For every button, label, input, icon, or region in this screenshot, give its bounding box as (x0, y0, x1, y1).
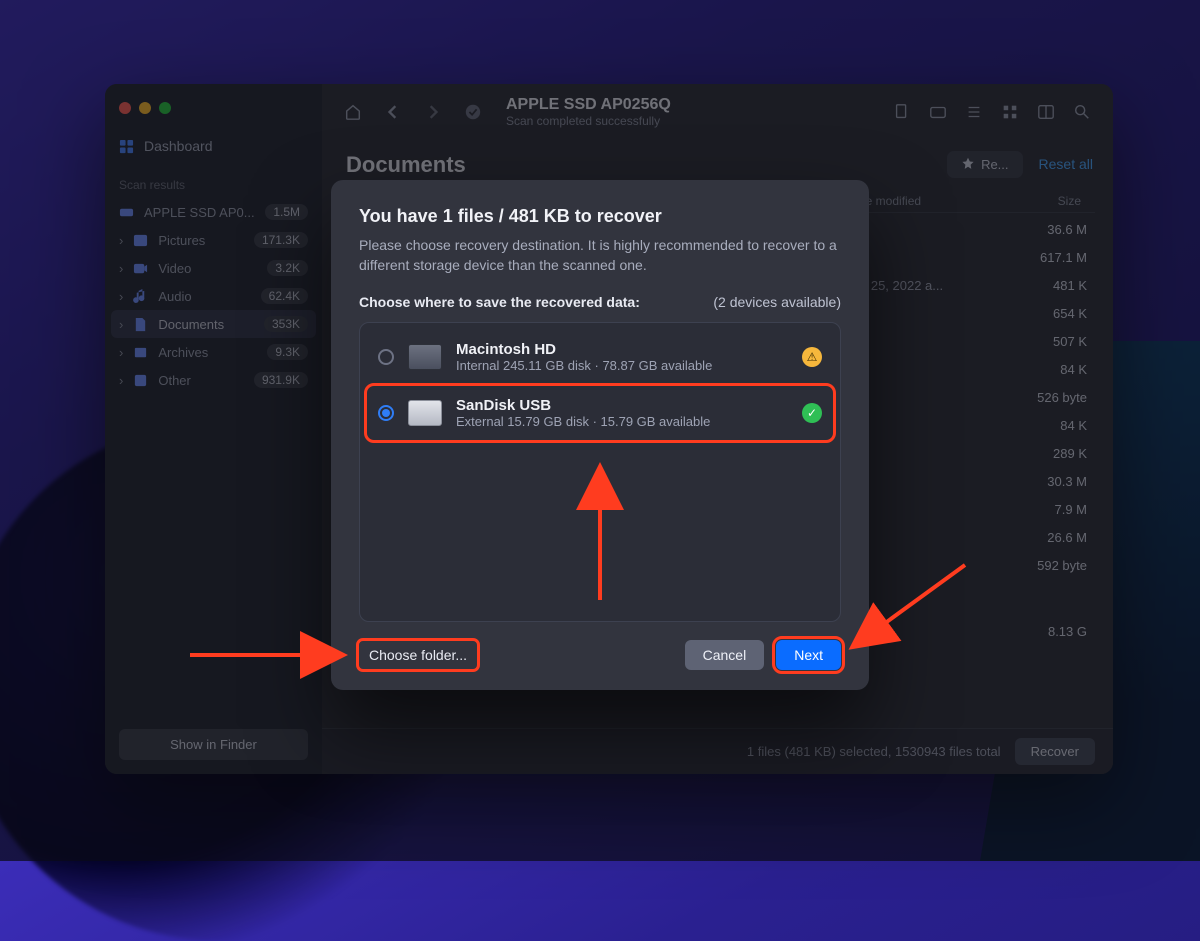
internal-drive-icon (408, 344, 442, 370)
modal-heading: You have 1 files / 481 KB to recover (359, 206, 841, 227)
device-details: External 15.79 GB disk · 15.79 GB availa… (456, 414, 788, 429)
choose-destination-label: Choose where to save the recovered data: (359, 294, 640, 310)
recovery-destination-modal: You have 1 files / 481 KB to recover Ple… (331, 180, 869, 690)
external-drive-icon (408, 400, 442, 426)
device-name: Macintosh HD (456, 341, 788, 358)
device-option-sandisk-usb[interactable]: SanDisk USB External 15.79 GB disk · 15.… (366, 385, 834, 441)
next-button[interactable]: Next (776, 640, 841, 670)
radio-icon[interactable] (378, 405, 394, 421)
cancel-button[interactable]: Cancel (685, 640, 765, 670)
check-icon: ✓ (802, 403, 822, 423)
device-name: SanDisk USB (456, 397, 788, 414)
modal-footer: Choose folder... Cancel Next (359, 622, 841, 670)
device-details: Internal 245.11 GB disk · 78.87 GB avail… (456, 358, 788, 373)
devices-available: (2 devices available) (713, 294, 841, 310)
device-option-macintosh-hd[interactable]: Macintosh HD Internal 245.11 GB disk · 7… (366, 329, 834, 385)
device-list: Macintosh HD Internal 245.11 GB disk · 7… (359, 322, 841, 622)
modal-description: Please choose recovery destination. It i… (359, 235, 841, 276)
choose-folder-button[interactable]: Choose folder... (359, 641, 477, 669)
warning-icon: ⚠ (802, 347, 822, 367)
radio-icon[interactable] (378, 349, 394, 365)
